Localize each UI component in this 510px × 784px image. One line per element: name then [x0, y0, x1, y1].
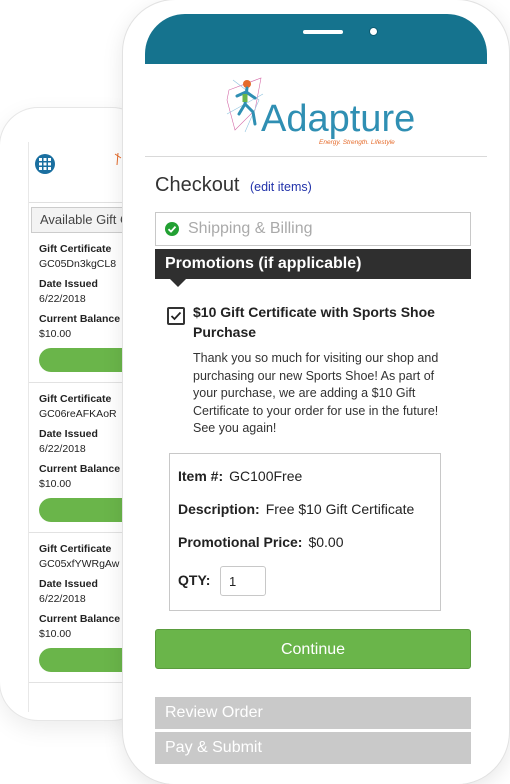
phone-top-bar: [145, 14, 487, 64]
promo-description: Thank you so much for visiting our shop …: [193, 351, 439, 435]
shipping-billing-step[interactable]: Shipping & Billing: [155, 212, 471, 246]
qty-row: QTY:: [178, 572, 216, 588]
checkout-screen: Adapture Energy. Strength. Lifestyle Che…: [145, 64, 487, 784]
promo-checkbox[interactable]: [167, 307, 185, 325]
runner-logo-icon: [226, 77, 264, 133]
brand-header: Adapture Energy. Strength. Lifestyle: [145, 64, 487, 157]
qty-label: QTY:: [178, 572, 211, 588]
front-phone: Adapture Energy. Strength. Lifestyle Che…: [123, 0, 509, 784]
item-number-label: Item #:: [178, 468, 224, 484]
mini-logo-icon: [114, 152, 122, 166]
phone-camera: [369, 27, 378, 36]
shipping-billing-label: Shipping & Billing: [188, 220, 313, 237]
promo-item-details: Item #: GC100Free Description: Free $10 Gi…: [169, 453, 441, 611]
item-number-row: Item #: GC100Free: [178, 468, 302, 484]
edit-items-link[interactable]: (edit items): [250, 180, 312, 194]
brand-tagline: Energy. Strength. Lifestyle: [319, 139, 395, 146]
description-row: Description: Free $10 Gift Certificate: [178, 501, 414, 517]
continue-button[interactable]: Continue: [155, 629, 471, 669]
phone-speaker: [303, 30, 343, 34]
quantity-input[interactable]: 1: [220, 566, 266, 596]
brand-name: Adapture: [261, 98, 416, 140]
page-title: Checkout: [155, 174, 240, 196]
description-value: Free $10 Gift Certificate: [265, 501, 415, 517]
promo-price-value: $0.00: [308, 534, 344, 550]
caret-down-icon: [170, 279, 186, 287]
item-number-value: GC100Free: [229, 468, 303, 484]
review-order-step[interactable]: Review Order: [155, 697, 471, 729]
promotions-header-label: Promotions (if applicable): [165, 255, 362, 272]
grid-menu-icon[interactable]: [35, 154, 55, 174]
promo-price-label: Promotional Price:: [178, 534, 303, 550]
description-label: Description:: [178, 501, 260, 517]
promo-price-row: Promotional Price: $0.00: [178, 534, 344, 550]
promotions-header: Promotions (if applicable): [155, 249, 471, 287]
checkmark-icon: [170, 311, 182, 321]
check-circle-icon: [165, 222, 179, 236]
promo-title: $10 Gift Certificate with Sports Shoe Pu…: [193, 304, 435, 340]
checkout-heading-row: Checkout (edit items): [155, 174, 312, 197]
pay-submit-step[interactable]: Pay & Submit: [155, 732, 471, 764]
